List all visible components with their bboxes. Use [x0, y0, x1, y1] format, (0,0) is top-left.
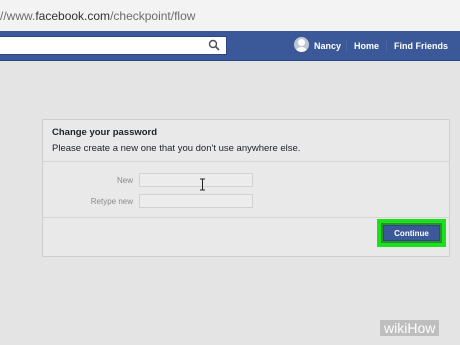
nav-divider: [346, 39, 347, 52]
browser-address-bar[interactable]: //www.facebook.com/checkpoint/flow: [0, 0, 460, 32]
home-link[interactable]: Home: [354, 41, 379, 51]
continue-button[interactable]: Continue: [383, 225, 440, 241]
text-cursor-icon: [200, 178, 205, 191]
find-friends-link[interactable]: Find Friends: [394, 41, 448, 51]
profile-link[interactable]: Nancy: [314, 41, 341, 51]
card-subtitle: Please create a new one that you don't u…: [52, 143, 301, 154]
search-icon[interactable]: [208, 39, 220, 51]
avatar[interactable]: [294, 37, 309, 52]
url-path: /checkpoint/flow: [110, 9, 196, 23]
divider: [43, 161, 449, 162]
facebook-top-bar: Nancy Home Find Friends: [0, 31, 460, 61]
card-title: Change your password: [52, 127, 158, 138]
divider: [43, 217, 449, 218]
new-password-label: New: [116, 176, 133, 185]
new-password-field[interactable]: [139, 173, 253, 187]
search-input[interactable]: [0, 36, 227, 55]
url-domain: facebook.com: [35, 9, 111, 23]
retype-password-label: Retype new: [90, 197, 133, 206]
wikihow-watermark: wikiHow: [380, 320, 440, 336]
url-prefix: //www.: [0, 9, 36, 23]
nav-divider: [386, 39, 387, 52]
continue-button-highlight[interactable]: Continue: [377, 219, 446, 247]
url-text[interactable]: //www.facebook.com/checkpoint/flow: [0, 9, 195, 23]
retype-password-field[interactable]: [139, 194, 253, 208]
